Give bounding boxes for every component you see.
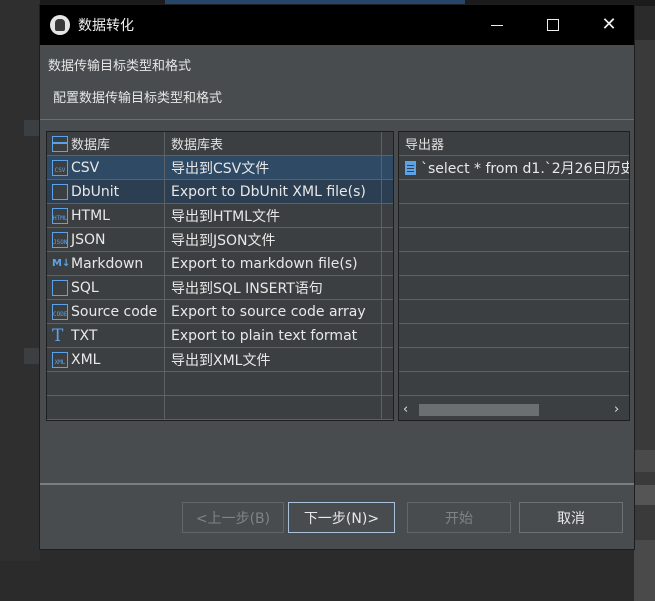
format-row-sql[interactable]: SQL 导出到SQL INSERT语句	[47, 276, 393, 300]
format-name: Markdown	[71, 255, 144, 272]
json-file-icon: JSON	[52, 231, 68, 248]
csv-file-icon: CSV	[52, 159, 68, 176]
format-row-csv[interactable]: CSV CSV 导出到CSV文件	[47, 156, 393, 180]
document-icon	[405, 160, 416, 175]
scroll-left-icon[interactable]: ‹	[403, 402, 408, 417]
format-name: TXT	[71, 327, 98, 344]
format-name: CSV	[71, 159, 100, 176]
format-name: HTML	[71, 207, 110, 224]
xml-file-icon: XML	[52, 351, 68, 368]
format-description: Export to markdown file(s)	[166, 252, 382, 275]
format-description: 导出到XML文件	[166, 348, 382, 371]
minimize-icon	[491, 24, 503, 26]
minimize-button[interactable]	[474, 5, 520, 45]
dialog-title: 数据转化	[78, 18, 134, 34]
table-header-row: 数据库 数据库表	[47, 132, 393, 156]
source-code-file-icon: CODE	[52, 303, 68, 320]
format-description: 导出到JSON文件	[166, 228, 382, 251]
text-t-icon: T	[52, 325, 64, 346]
exporter-item[interactable]: `select * from d1.`2月26日历史	[399, 156, 629, 180]
format-row-txt[interactable]: T TXT Export to plain text format	[47, 324, 393, 348]
title-bar[interactable]: 数据转化 ✕	[40, 5, 634, 45]
database-grid-icon	[52, 135, 68, 152]
format-row-dbunit[interactable]: DbUnit Export to DbUnit XML file(s)	[47, 180, 393, 204]
close-button[interactable]: ✕	[586, 5, 632, 45]
column-header-table: 数据库表	[171, 138, 224, 153]
format-description: Export to DbUnit XML file(s)	[166, 180, 382, 203]
format-description: Export to source code array	[166, 300, 382, 323]
format-row-markdown[interactable]: M↓ Markdown Export to markdown file(s)	[47, 252, 393, 276]
format-name: DbUnit	[71, 183, 120, 200]
close-icon: ✕	[601, 14, 617, 35]
column-header-database: 数据库	[71, 138, 111, 153]
data-transfer-dialog: 数据转化 ✕ 数据传输目标类型和格式 配置数据传输目标类型和格式 数据库 数据库…	[39, 4, 635, 550]
cancel-button[interactable]: 取消	[519, 502, 623, 533]
format-name: XML	[71, 351, 101, 368]
format-name: SQL	[71, 279, 99, 296]
footer-divider	[40, 483, 634, 485]
sql-file-icon	[52, 279, 68, 296]
format-description: Export to plain text format	[166, 324, 382, 347]
header-divider	[40, 119, 634, 120]
format-description: 导出到CSV文件	[166, 156, 382, 179]
exporter-panel[interactable]: 导出器 `select * from d1.`2月26日历史 ‹ ›	[398, 131, 630, 421]
format-name: Source code	[71, 303, 158, 320]
page-header-description: 配置数据传输目标类型和格式	[53, 91, 223, 106]
empty-row	[47, 372, 393, 396]
horizontal-scrollbar[interactable]: ‹ ›	[399, 400, 629, 420]
format-row-json[interactable]: JSON JSON 导出到JSON文件	[47, 228, 393, 252]
page-header-title: 数据传输目标类型和格式	[48, 59, 192, 74]
format-name: JSON	[71, 231, 106, 248]
app-logo-icon	[50, 15, 70, 35]
maximize-icon	[547, 19, 559, 31]
scrollbar-thumb[interactable]	[419, 404, 539, 416]
format-row-xml[interactable]: XML XML 导出到XML文件	[47, 348, 393, 372]
previous-button[interactable]: <上一步(B)	[182, 502, 284, 533]
format-description: 导出到HTML文件	[166, 204, 382, 227]
scroll-right-icon[interactable]: ›	[614, 402, 619, 417]
html-file-icon: HTML	[52, 207, 68, 224]
dbunit-file-icon	[52, 183, 68, 200]
empty-row	[47, 396, 393, 420]
format-row-source-code[interactable]: CODE Source code Export to source code ar…	[47, 300, 393, 324]
format-description: 导出到SQL INSERT语句	[166, 276, 382, 299]
next-button[interactable]: 下一步(N)>	[288, 502, 395, 533]
exporter-item-label: `select * from d1.`2月26日历史	[421, 160, 629, 177]
exporter-header: 导出器	[399, 132, 629, 156]
start-button[interactable]: 开始	[407, 502, 511, 533]
markdown-icon: M↓	[52, 257, 71, 269]
export-format-table[interactable]: 数据库 数据库表 CSV CSV 导出到CSV文件 DbUnit Export t…	[46, 131, 394, 421]
maximize-button[interactable]	[530, 5, 576, 45]
background-ide-right	[634, 40, 655, 601]
background-ide-left	[0, 0, 40, 561]
format-row-html[interactable]: HTML HTML 导出到HTML文件	[47, 204, 393, 228]
